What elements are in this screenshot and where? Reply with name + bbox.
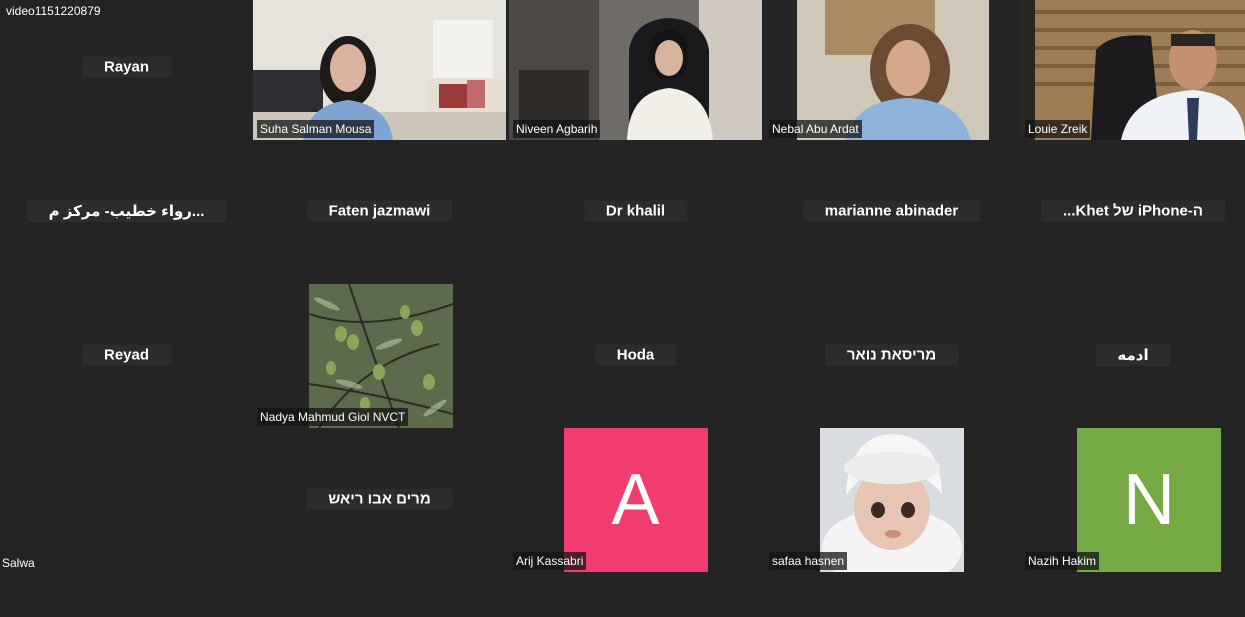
participant-name: Niveen Agbarih (513, 120, 601, 138)
participant-name: Suha Salman Mousa (257, 120, 375, 138)
profile-picture (309, 284, 453, 428)
olive-branch-image (309, 284, 453, 428)
participant-tile-reyad[interactable]: Reyad (0, 284, 253, 424)
avatar-initial: N (1123, 460, 1175, 540)
participant-video (509, 0, 762, 140)
participant-tile-hoda[interactable]: Hoda (509, 284, 762, 424)
participant-name: מריסאת נואר (824, 344, 959, 366)
participant-tile-salwa[interactable]: Salwa (0, 428, 253, 572)
avatar: N (1077, 428, 1221, 572)
participant-name: ה-iPhone של Khet... (1040, 200, 1226, 222)
participant-name: Louie Zreik (1025, 120, 1091, 138)
profile-picture (819, 428, 964, 572)
avatar-initial: A (611, 460, 660, 540)
participant-grid: Rayan Suha Salman Mousa Niveen Agbarih N… (0, 0, 1245, 617)
participant-name: Nebal Abu Ardat (769, 120, 862, 138)
participant-name: Faten jazmawi (306, 200, 453, 222)
participant-tile-safaa[interactable]: safaa hasnen (765, 428, 1018, 572)
participant-name: Arij Kassabri (513, 552, 587, 570)
participant-tile-drkhalil[interactable]: Dr khalil (509, 140, 762, 280)
participant-name: Salwa (2, 556, 35, 570)
participant-tile-khet[interactable]: ה-iPhone של Khet... (1021, 140, 1245, 280)
participant-tile-suha[interactable]: Suha Salman Mousa (253, 0, 506, 140)
participant-name: ...رواء خطيب- مركز م (26, 200, 227, 222)
participant-tile-nazih[interactable]: N Nazih Hakim (1021, 428, 1245, 572)
participant-name: safaa hasnen (769, 552, 848, 570)
participant-name: Nazih Hakim (1025, 552, 1100, 570)
baby-photo-image (819, 428, 964, 572)
participant-tile-marim[interactable]: מרים אבו ריאש (253, 428, 506, 568)
participant-name: marianne abinader (802, 200, 981, 222)
window-title: video1151220879 (6, 4, 101, 18)
participant-video (765, 0, 1018, 140)
participant-tile-marisat[interactable]: מריסאת נואר (765, 284, 1018, 424)
participant-name: Dr khalil (583, 200, 688, 222)
participant-tile-faten[interactable]: Faten jazmawi (253, 140, 506, 280)
participant-video (1021, 0, 1245, 140)
participant-name: Rayan (81, 56, 172, 78)
participant-name: Hoda (594, 344, 677, 366)
participant-tile-nadya[interactable]: Nadya Mahmud Giol NVCT (253, 284, 506, 428)
participant-name: ادمه (1095, 344, 1171, 366)
participant-tile-adama[interactable]: ادمه (1021, 284, 1245, 424)
participant-video (253, 0, 506, 140)
participant-tile-rayan[interactable]: Rayan (0, 0, 253, 140)
participant-name: Nadya Mahmud Giol NVCT (257, 408, 409, 426)
participant-name: Reyad (81, 344, 172, 366)
participant-tile-louie[interactable]: Louie Zreik (1021, 0, 1245, 140)
participant-name: מרים אבו ריאש (306, 488, 453, 510)
participant-tile-niveen[interactable]: Niveen Agbarih (509, 0, 762, 140)
participant-tile-arij[interactable]: A Arij Kassabri (509, 428, 762, 572)
participant-tile-marianne[interactable]: marianne abinader (765, 140, 1018, 280)
avatar: A (563, 428, 708, 572)
participant-tile-rawaa[interactable]: ...رواء خطيب- مركز م (0, 140, 253, 280)
participant-tile-nebal[interactable]: Nebal Abu Ardat (765, 0, 1018, 140)
